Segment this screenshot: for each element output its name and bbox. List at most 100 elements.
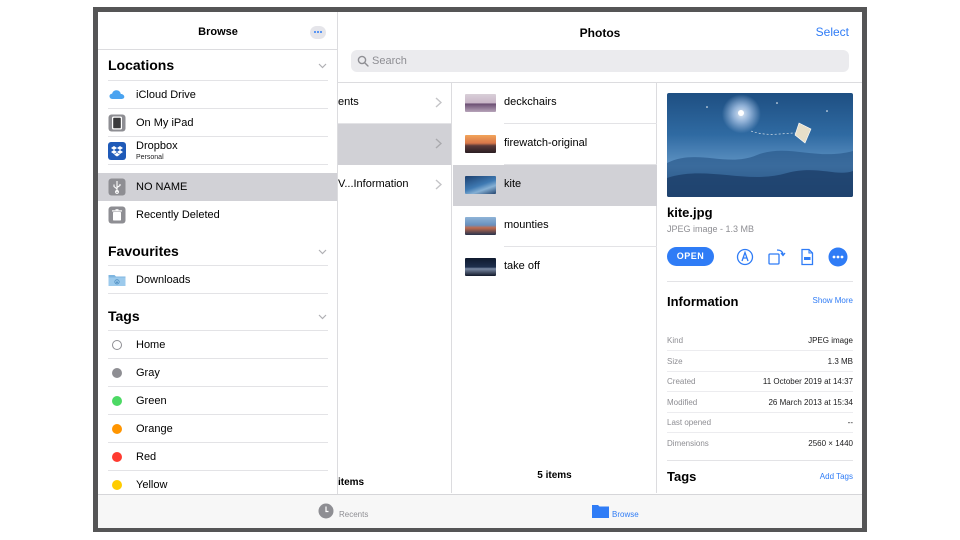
sidebar-item-sublabel: Personal [136, 154, 164, 161]
file-kind-size: JPEG image - 1.3 MB [667, 224, 755, 234]
sidebar-item-dropbox[interactable]: Dropbox Personal [98, 137, 337, 165]
page-title: Photos [579, 26, 621, 40]
sidebar-tag-green[interactable]: Green [98, 387, 337, 415]
info-key: Created [667, 377, 696, 386]
sidebar-tag-yellow[interactable]: Yellow [98, 471, 337, 494]
tab-browse[interactable]: Browse [592, 495, 652, 528]
info-key: Last opened [667, 418, 712, 427]
folder-column-1: ents V...Information items [338, 83, 452, 493]
information-heading: Information [667, 294, 739, 309]
file-name: take off [504, 260, 540, 272]
tag-color-icon [112, 368, 122, 378]
file-row-mounties[interactable]: mounties [453, 206, 657, 247]
file-preview-image [667, 93, 853, 197]
sidebar-item-label: Dropbox [136, 140, 178, 152]
folder-download-icon [108, 275, 126, 286]
icloud-icon [109, 90, 125, 99]
section-header-favourites[interactable]: Favourites [108, 243, 179, 259]
sidebar-tag-gray[interactable]: Gray [98, 359, 337, 387]
tag-color-icon [112, 452, 122, 462]
info-value: JPEG image [808, 336, 853, 345]
info-row-dimensions: Dimensions 2560 × 1440 [667, 434, 853, 454]
info-value: 11 October 2019 at 14:37 [762, 377, 853, 386]
info-row-kind: Kind JPEG image [667, 331, 853, 351]
markup-icon[interactable] [735, 247, 755, 267]
section-header-locations[interactable]: Locations [108, 57, 174, 73]
chevron-down-icon[interactable] [318, 314, 327, 320]
tag-color-icon [112, 396, 122, 406]
info-row-last-opened: Last opened -- [667, 413, 853, 433]
file-row-firewatch[interactable]: firewatch-original [453, 124, 657, 165]
chevron-down-icon[interactable] [318, 63, 327, 69]
create-pdf-icon[interactable] [797, 247, 817, 267]
file-thumbnail [465, 217, 496, 235]
section-header-tags[interactable]: Tags [108, 308, 140, 324]
sidebar-item-label: iCloud Drive [136, 89, 196, 101]
select-button[interactable]: Select [816, 25, 849, 39]
sidebar-item-label: Green [136, 395, 167, 407]
sidebar-item-label: Home [136, 339, 166, 351]
file-row-take-off[interactable]: take off [453, 247, 657, 288]
sidebar-item-icloud-drive[interactable]: iCloud Drive [98, 81, 337, 109]
section-divider [667, 281, 853, 282]
info-row-size: Size 1.3 MB [667, 352, 853, 372]
info-row-created: Created 11 October 2019 at 14:37 [667, 372, 853, 392]
list-item[interactable]: V...Information [338, 165, 451, 206]
sidebar-divider [98, 49, 337, 50]
add-tags-link[interactable]: Add Tags [820, 472, 853, 481]
list-item[interactable] [338, 124, 451, 165]
usb-icon [108, 178, 126, 196]
sidebar-item-label: Downloads [136, 274, 191, 286]
tags-heading: Tags [667, 469, 697, 484]
tab-recents[interactable]: Recents [318, 495, 378, 528]
browse-sidebar: Browse Locations iCloud Drive On My iPad [98, 12, 338, 494]
list-item[interactable]: ents [338, 83, 451, 124]
item-count: items [338, 477, 365, 488]
file-name: mounties [504, 219, 549, 231]
chevron-right-icon [435, 138, 442, 149]
files-app-window: Photos Select Search ents V...Informatio… [98, 12, 862, 528]
more-actions-icon[interactable] [828, 247, 848, 267]
info-key: Size [667, 357, 683, 366]
file-name: deckchairs [504, 96, 557, 108]
list-item-label: V...Information [338, 178, 409, 190]
search-icon [357, 55, 369, 67]
file-thumbnail [465, 176, 496, 194]
kite-illustration [667, 102, 853, 197]
info-key: Modified [667, 398, 698, 407]
search-placeholder: Search [372, 55, 407, 67]
file-thumbnail [465, 94, 496, 112]
search-input[interactable]: Search [351, 50, 849, 72]
chevron-right-icon [435, 179, 442, 190]
more-options-icon[interactable] [310, 26, 326, 39]
sidebar-tag-red[interactable]: Red [98, 443, 337, 471]
rotate-icon[interactable] [766, 247, 786, 267]
row-separator [108, 293, 328, 294]
sidebar-tag-home[interactable]: Home [98, 331, 337, 359]
dropbox-icon [108, 142, 126, 160]
section-divider [667, 460, 853, 461]
show-more-link[interactable]: Show More [813, 296, 853, 305]
ipad-icon [108, 114, 126, 132]
file-name: firewatch-original [504, 137, 588, 149]
sidebar-item-no-name[interactable]: NO NAME [98, 173, 337, 201]
tab-label: Browse [612, 510, 639, 519]
info-key: Dimensions [667, 439, 709, 448]
sidebar-item-downloads[interactable]: Downloads [98, 266, 337, 294]
sidebar-tag-orange[interactable]: Orange [98, 415, 337, 443]
open-button[interactable]: OPEN [667, 247, 714, 266]
sidebar-item-on-my-ipad[interactable]: On My iPad [98, 109, 337, 137]
chevron-down-icon[interactable] [318, 249, 327, 255]
info-value: 2560 × 1440 [808, 439, 853, 448]
file-thumbnail [465, 135, 496, 153]
sidebar-item-recently-deleted[interactable]: Recently Deleted [98, 201, 337, 229]
clock-icon [318, 503, 334, 519]
sidebar-title: Browse [198, 26, 238, 38]
sidebar-item-label: Yellow [136, 479, 168, 491]
info-row-modified: Modified 26 March 2013 at 15:34 [667, 393, 853, 413]
sidebar-item-label: Gray [136, 367, 160, 379]
tag-outline-icon [112, 340, 122, 350]
file-row-kite[interactable]: kite [453, 165, 657, 206]
info-key: Kind [667, 336, 684, 345]
file-row-deckchairs[interactable]: deckchairs [453, 83, 657, 124]
